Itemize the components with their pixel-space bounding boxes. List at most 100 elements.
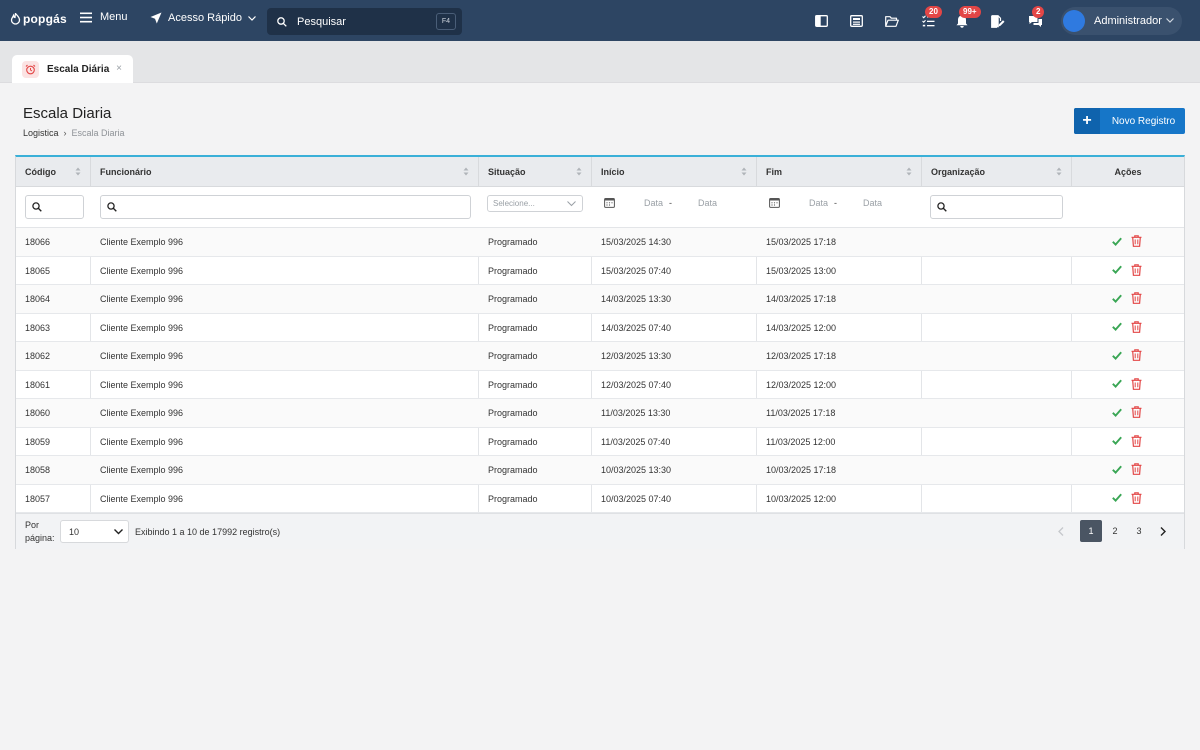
edit-document-button[interactable] — [990, 13, 1006, 29]
column-header-fim[interactable]: Fim — [757, 157, 922, 187]
cell-fim: 14/03/2025 17:18 — [766, 294, 837, 304]
chevron-down-icon — [114, 529, 123, 535]
messages-count-badge: 2 — [1032, 6, 1045, 18]
date-from-placeholder[interactable]: Data — [809, 198, 828, 208]
cell-funcionario: Cliente Exemplo 996 — [100, 493, 184, 504]
cell-fim: 14/03/2025 12:00 — [766, 322, 837, 333]
notifications-button[interactable]: 99+ — [954, 6, 981, 29]
cell-codigo: 18065 — [25, 265, 51, 276]
filter-inicio-daterange[interactable]: Data - Data — [604, 197, 717, 208]
new-record-button[interactable]: + Novo Registro — [1074, 108, 1185, 134]
column-header-organizacao[interactable]: Organização — [922, 157, 1072, 187]
table-row[interactable]: 18061 Cliente Exemplo 996 Programado 12/03/… — [16, 371, 1184, 399]
app-logo[interactable]: popgás — [10, 12, 67, 26]
check-icon[interactable] — [1112, 322, 1122, 331]
check-icon[interactable] — [1112, 265, 1122, 274]
sort-icon — [906, 167, 912, 176]
cell-fim: 11/03/2025 12:00 — [766, 436, 836, 447]
check-icon[interactable] — [1112, 237, 1122, 246]
cell-fim: 12/03/2025 17:18 — [766, 351, 837, 361]
cell-organizacao — [922, 456, 931, 484]
tab-close-icon[interactable]: × — [116, 63, 122, 74]
table-row[interactable]: 18058 Cliente Exemplo 996 Programado 10/03/… — [16, 456, 1184, 485]
next-page-button[interactable] — [1152, 520, 1174, 542]
prev-page-button[interactable] — [1050, 520, 1072, 542]
check-icon[interactable] — [1112, 493, 1122, 502]
column-header-inicio[interactable]: Início — [592, 157, 757, 187]
filter-funcionario-input[interactable] — [100, 195, 471, 219]
filter-situacao-placeholder: Selecione... — [493, 199, 535, 208]
check-icon[interactable] — [1112, 465, 1122, 474]
check-icon[interactable] — [1112, 379, 1122, 388]
cell-organizacao — [922, 399, 931, 427]
column-header-label: Início — [601, 167, 625, 177]
app-logo-text: popgás — [23, 12, 67, 26]
table-row[interactable]: 18057 Cliente Exemplo 996 Programado 10/03/… — [16, 485, 1184, 513]
check-icon[interactable] — [1112, 436, 1122, 445]
trash-icon[interactable] — [1131, 406, 1142, 418]
per-page-select[interactable]: 10 — [60, 520, 129, 543]
trash-icon[interactable] — [1131, 263, 1142, 276]
quick-access-button[interactable]: Acesso Rápido — [150, 12, 256, 24]
tab-escala-diaria[interactable]: Escala Diária × — [12, 55, 133, 83]
column-header-situacao[interactable]: Situação — [479, 157, 592, 187]
breadcrumb-link-logistica[interactable]: Logistica — [23, 128, 59, 138]
page-button-1[interactable]: 1 — [1080, 520, 1102, 542]
check-icon[interactable] — [1112, 294, 1122, 303]
folder-open-icon — [885, 15, 899, 27]
trash-icon[interactable] — [1131, 320, 1142, 333]
cell-codigo: 18062 — [25, 351, 51, 361]
cell-inicio: 14/03/2025 13:30 — [601, 294, 672, 304]
table-row[interactable]: 18063 Cliente Exemplo 996 Programado 14/03/… — [16, 314, 1184, 342]
column-header-label: Código — [25, 167, 56, 177]
cell-codigo: 18059 — [25, 436, 51, 447]
filter-situacao-select[interactable]: Selecione... — [487, 195, 583, 212]
cell-situacao: Programado — [488, 265, 538, 276]
table-row[interactable]: 18066 Cliente Exemplo 996 Programado 15/03/… — [16, 228, 1184, 257]
check-icon[interactable] — [1112, 408, 1122, 417]
search-icon — [277, 16, 287, 27]
filter-fim-daterange[interactable]: Data - Data — [769, 197, 882, 208]
column-header-codigo[interactable]: Código — [16, 157, 91, 187]
check-icon[interactable] — [1112, 351, 1122, 360]
trash-icon[interactable] — [1131, 377, 1142, 390]
files-button[interactable] — [884, 13, 900, 29]
sidebar-toggle-button[interactable] — [813, 13, 829, 29]
cell-inicio: 15/03/2025 07:40 — [601, 265, 672, 276]
trash-icon[interactable] — [1131, 349, 1142, 361]
trash-icon[interactable] — [1131, 235, 1142, 247]
chevron-right-icon — [1160, 526, 1166, 536]
calendar-icon — [604, 198, 615, 208]
trash-icon[interactable] — [1131, 434, 1142, 447]
new-record-label: Novo Registro — [1111, 115, 1176, 127]
date-to-placeholder[interactable]: Data — [863, 198, 882, 208]
filter-organizacao-input[interactable] — [930, 195, 1063, 219]
page-button-2[interactable]: 2 — [1104, 520, 1126, 542]
menu-button[interactable]: Menu — [80, 11, 128, 23]
column-header-funcionario[interactable]: Funcionário — [91, 157, 479, 187]
cell-funcionario: Cliente Exemplo 996 — [100, 379, 184, 390]
messages-button[interactable]: 2 — [1027, 6, 1045, 29]
table-row[interactable]: 18065 Cliente Exemplo 996 Programado 15/03/… — [16, 257, 1184, 285]
trash-icon[interactable] — [1131, 292, 1142, 304]
page-button-3[interactable]: 3 — [1128, 520, 1150, 542]
row-actions — [1112, 349, 1142, 361]
tasks-button[interactable]: 20 — [920, 6, 942, 29]
date-to-placeholder[interactable]: Data — [698, 198, 717, 208]
table-row[interactable]: 18060 Cliente Exemplo 996 Programado 11/03/… — [16, 399, 1184, 428]
filter-codigo-input[interactable] — [25, 195, 84, 219]
chevron-down-icon — [567, 201, 576, 207]
breadcrumb-current: Escala Diaria — [71, 128, 125, 138]
trash-icon[interactable] — [1131, 491, 1142, 504]
table-row[interactable]: 18064 Cliente Exemplo 996 Programado 14/03/… — [16, 285, 1184, 314]
date-from-placeholder[interactable]: Data — [644, 198, 663, 208]
table-row[interactable]: 18062 Cliente Exemplo 996 Programado 12/03/… — [16, 342, 1184, 371]
global-search-input[interactable]: Pesquisar F4 — [267, 8, 462, 35]
cell-fim: 12/03/2025 12:00 — [766, 379, 837, 390]
table-row[interactable]: 18059 Cliente Exemplo 996 Programado 11/03/… — [16, 428, 1184, 456]
tab-strip: Escala Diária × — [0, 41, 1200, 83]
search-icon — [937, 202, 947, 212]
user-menu[interactable]: Administrador — [1061, 7, 1182, 35]
news-button[interactable] — [848, 13, 864, 29]
trash-icon[interactable] — [1131, 463, 1142, 475]
